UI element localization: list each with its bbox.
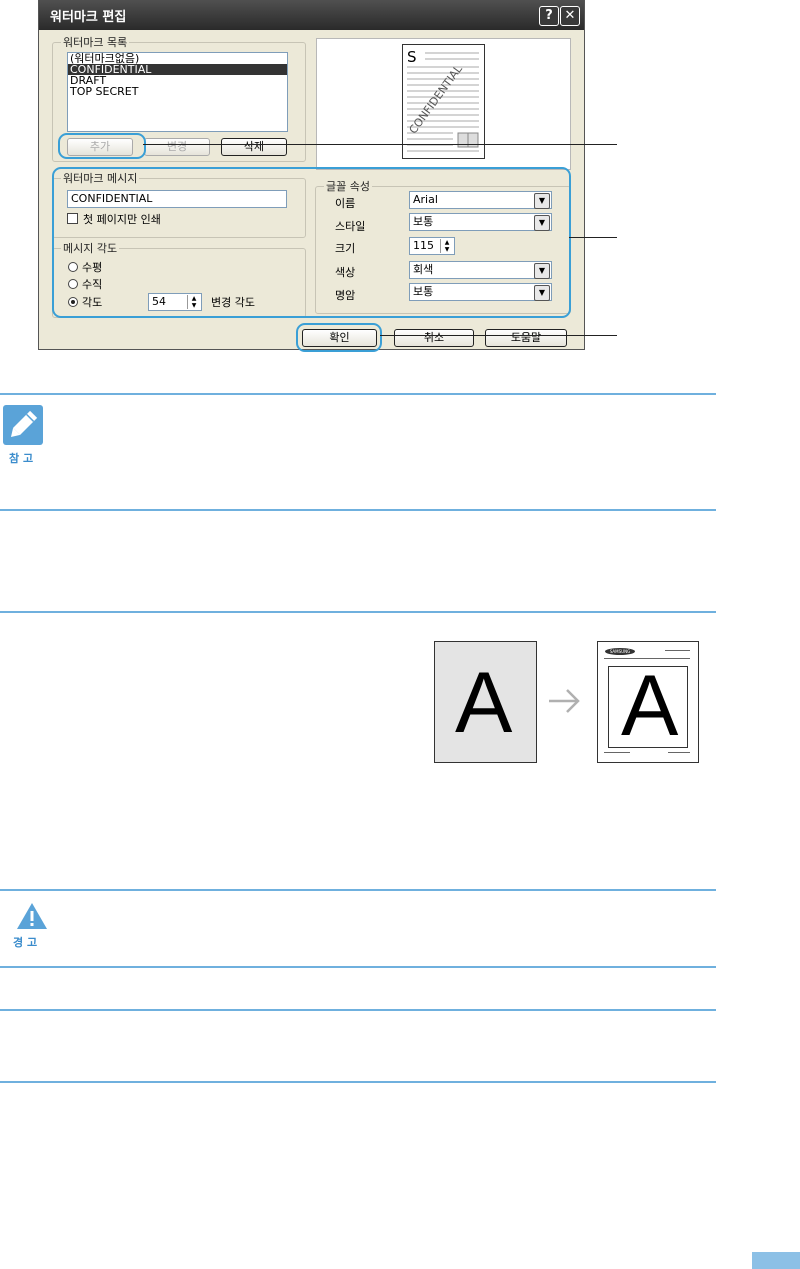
callout-line-3 bbox=[380, 335, 617, 336]
preview-page: S CONFIDENTIAL bbox=[402, 44, 485, 159]
callout-line-1 bbox=[143, 144, 617, 145]
divider bbox=[0, 393, 716, 395]
content-frame: A bbox=[608, 658, 688, 754]
original-letter: A bbox=[455, 655, 513, 751]
watermark-list-legend: 워터마크 목록 bbox=[63, 36, 128, 49]
arrow-right-icon bbox=[549, 689, 580, 713]
warning-triangle-icon bbox=[17, 903, 47, 929]
update-button[interactable]: 변경 bbox=[144, 138, 210, 156]
divider bbox=[0, 509, 716, 511]
preview-lines bbox=[407, 52, 479, 152]
footer-line-left bbox=[604, 752, 630, 753]
divider bbox=[0, 611, 716, 613]
dialog-titlebar: 워터마크 편집 ? ✕ bbox=[39, 0, 584, 30]
ok-button-callout bbox=[296, 323, 382, 352]
dialog-title: 워터마크 편집 bbox=[50, 10, 127, 25]
note-label: 참 고 bbox=[9, 452, 34, 465]
help-title-button[interactable]: ? bbox=[539, 6, 559, 26]
warning-label: 경 고 bbox=[13, 936, 38, 949]
overlay-page: SAMSUNG A bbox=[597, 641, 699, 763]
divider bbox=[0, 1081, 716, 1083]
pencil-note-icon bbox=[3, 405, 43, 445]
watermark-listbox[interactable]: (워터마크없음) CONFIDENTIAL DRAFT TOP SECRET bbox=[67, 52, 288, 132]
settings-callout bbox=[52, 167, 571, 318]
page-tab bbox=[752, 1252, 800, 1269]
list-item-top-secret[interactable]: TOP SECRET bbox=[68, 86, 287, 97]
divider bbox=[0, 889, 716, 891]
close-title-button[interactable]: ✕ bbox=[560, 6, 580, 26]
header-line bbox=[665, 650, 690, 651]
divider bbox=[0, 1009, 716, 1011]
samsung-logo: SAMSUNG bbox=[605, 648, 635, 655]
divider bbox=[0, 966, 716, 968]
footer-line-right bbox=[668, 752, 690, 753]
help-button[interactable]: 도움말 bbox=[485, 329, 567, 347]
cancel-button[interactable]: 취소 bbox=[394, 329, 474, 347]
original-page: A bbox=[434, 641, 537, 763]
add-button-callout bbox=[58, 133, 146, 159]
delete-button[interactable]: 삭제 bbox=[221, 138, 287, 156]
callout-line-2 bbox=[569, 237, 617, 238]
overlay-letter: A bbox=[621, 658, 679, 754]
watermark-preview: S CONFIDENTIAL bbox=[316, 38, 571, 170]
